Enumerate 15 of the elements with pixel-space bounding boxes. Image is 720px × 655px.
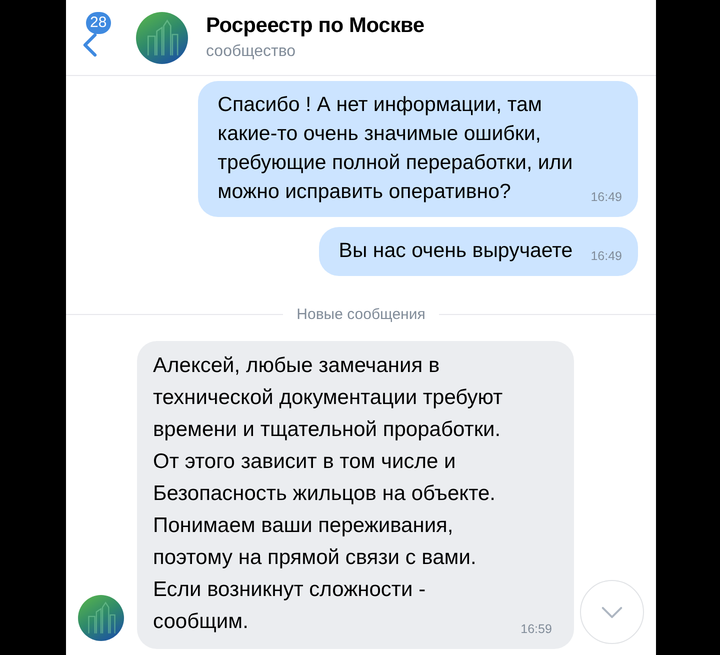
message-time: 16:59 — [520, 622, 552, 636]
back-button[interactable]: 28 — [78, 10, 114, 62]
community-avatar[interactable] — [136, 12, 188, 64]
message-time: 16:49 — [590, 190, 622, 204]
message-text: Вы нас очень выручаете — [338, 238, 573, 264]
community-avatar[interactable] — [78, 595, 124, 641]
new-messages-divider: Новые сообщения — [296, 306, 426, 323]
message-time: 16:49 — [590, 249, 622, 263]
chat-title: Росреестр по Москве — [206, 14, 424, 38]
message-text: Алексей, любые замечания в технической документации требуют времени и тщательной проработки. От этого зависит в том числе и Безопасность жильцов на объекте. Понимаем ваши переживания, поэтому на прямой связи с вами. Если возникнут сложности - сообщим. — [153, 353, 503, 635]
chevron-down-icon — [601, 606, 623, 618]
back-chevron-icon — [82, 32, 98, 58]
chat-subtitle: сообщество — [206, 43, 297, 61]
unread-badge: 28 — [86, 12, 111, 34]
message-text: Спасибо ! А нет информации, там какие-то очень значимые ошибки, требующие полной переработки, или можно исправить оперативно? — [218, 92, 573, 205]
